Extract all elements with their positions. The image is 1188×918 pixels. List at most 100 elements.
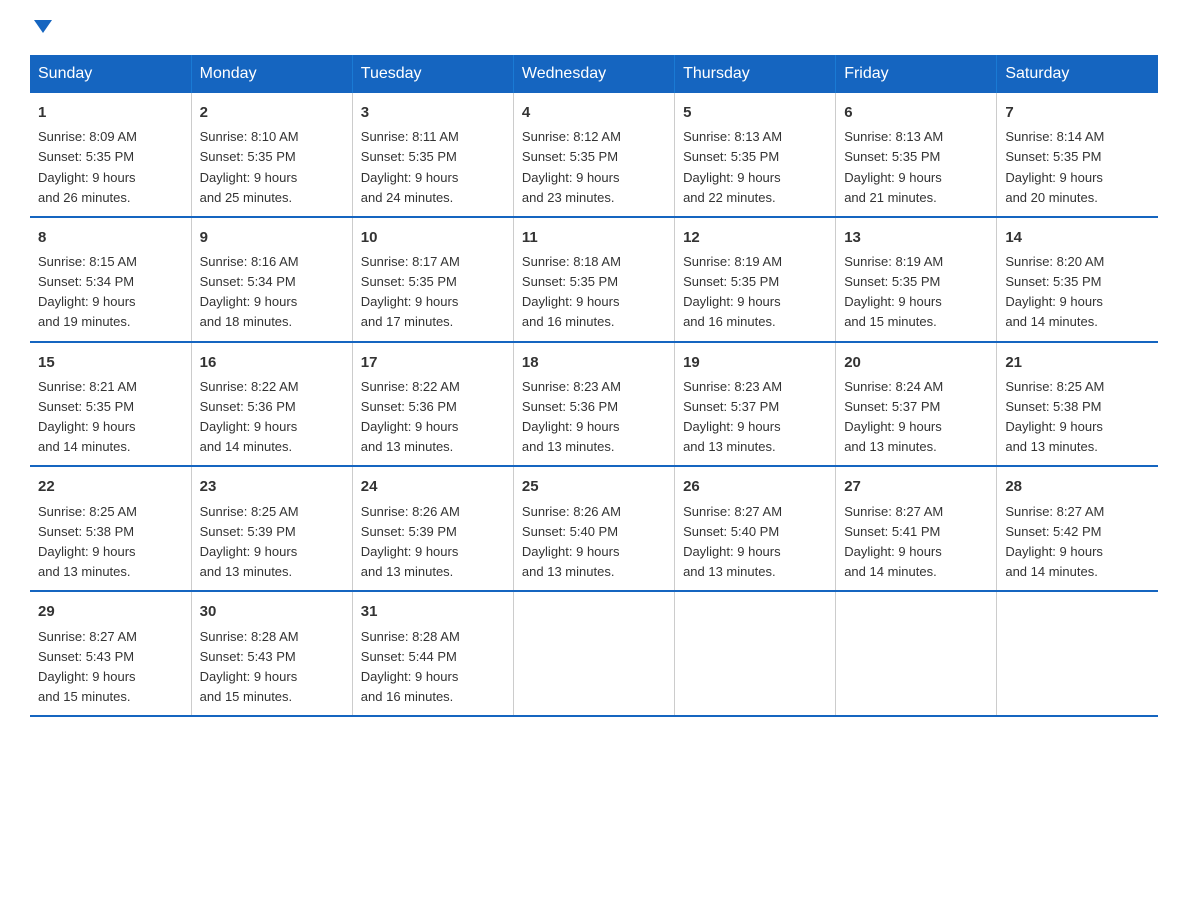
calendar-cell: 13 Sunrise: 8:19 AMSunset: 5:35 PMDayligh… bbox=[836, 217, 997, 342]
week-row-2: 8 Sunrise: 8:15 AMSunset: 5:34 PMDaylight… bbox=[30, 217, 1158, 342]
day-number: 22 bbox=[38, 475, 183, 498]
day-number: 27 bbox=[844, 475, 988, 498]
header-monday: Monday bbox=[191, 55, 352, 93]
day-number: 1 bbox=[38, 101, 183, 124]
day-info: Sunrise: 8:10 AMSunset: 5:35 PMDaylight:… bbox=[200, 129, 299, 204]
calendar-cell: 7 Sunrise: 8:14 AMSunset: 5:35 PMDaylight… bbox=[997, 93, 1158, 217]
calendar-cell: 22 Sunrise: 8:25 AMSunset: 5:38 PMDayligh… bbox=[30, 466, 191, 591]
day-number: 30 bbox=[200, 600, 344, 623]
day-info: Sunrise: 8:23 AMSunset: 5:37 PMDaylight:… bbox=[683, 379, 782, 454]
day-number: 29 bbox=[38, 600, 183, 623]
calendar-cell bbox=[836, 591, 997, 716]
calendar-cell bbox=[513, 591, 674, 716]
day-number: 12 bbox=[683, 226, 827, 249]
day-number: 20 bbox=[844, 351, 988, 374]
calendar-cell: 4 Sunrise: 8:12 AMSunset: 5:35 PMDaylight… bbox=[513, 93, 674, 217]
calendar-cell: 11Sunrise: 8:18 AMSunset: 5:35 PMDayligh… bbox=[513, 217, 674, 342]
week-row-5: 29 Sunrise: 8:27 AMSunset: 5:43 PMDayligh… bbox=[30, 591, 1158, 716]
calendar-cell: 28 Sunrise: 8:27 AMSunset: 5:42 PMDayligh… bbox=[997, 466, 1158, 591]
header-saturday: Saturday bbox=[997, 55, 1158, 93]
calendar-table: SundayMondayTuesdayWednesdayThursdayFrid… bbox=[30, 55, 1158, 717]
day-number: 17 bbox=[361, 351, 505, 374]
day-number: 19 bbox=[683, 351, 827, 374]
day-number: 10 bbox=[361, 226, 505, 249]
page-header bbox=[30, 20, 1158, 35]
day-number: 25 bbox=[522, 475, 666, 498]
day-info: Sunrise: 8:22 AMSunset: 5:36 PMDaylight:… bbox=[200, 379, 299, 454]
calendar-cell bbox=[675, 591, 836, 716]
header-tuesday: Tuesday bbox=[352, 55, 513, 93]
logo bbox=[30, 20, 52, 35]
calendar-cell: 5Sunrise: 8:13 AMSunset: 5:35 PMDaylight… bbox=[675, 93, 836, 217]
day-info: Sunrise: 8:14 AMSunset: 5:35 PMDaylight:… bbox=[1005, 129, 1104, 204]
day-info: Sunrise: 8:19 AMSunset: 5:35 PMDaylight:… bbox=[844, 254, 943, 329]
calendar-cell: 10 Sunrise: 8:17 AMSunset: 5:35 PMDayligh… bbox=[352, 217, 513, 342]
day-info: Sunrise: 8:26 AMSunset: 5:40 PMDaylight:… bbox=[522, 504, 621, 579]
week-row-4: 22 Sunrise: 8:25 AMSunset: 5:38 PMDayligh… bbox=[30, 466, 1158, 591]
calendar-header-row: SundayMondayTuesdayWednesdayThursdayFrid… bbox=[30, 55, 1158, 93]
day-info: Sunrise: 8:24 AMSunset: 5:37 PMDaylight:… bbox=[844, 379, 943, 454]
header-thursday: Thursday bbox=[675, 55, 836, 93]
day-info: Sunrise: 8:25 AMSunset: 5:38 PMDaylight:… bbox=[38, 504, 137, 579]
day-info: Sunrise: 8:19 AMSunset: 5:35 PMDaylight:… bbox=[683, 254, 782, 329]
day-number: 14 bbox=[1005, 226, 1150, 249]
calendar-cell: 15 Sunrise: 8:21 AMSunset: 5:35 PMDayligh… bbox=[30, 342, 191, 467]
day-info: Sunrise: 8:22 AMSunset: 5:36 PMDaylight:… bbox=[361, 379, 460, 454]
week-row-1: 1 Sunrise: 8:09 AMSunset: 5:35 PMDaylight… bbox=[30, 93, 1158, 217]
calendar-cell: 23 Sunrise: 8:25 AMSunset: 5:39 PMDayligh… bbox=[191, 466, 352, 591]
day-number: 15 bbox=[38, 351, 183, 374]
day-info: Sunrise: 8:16 AMSunset: 5:34 PMDaylight:… bbox=[200, 254, 299, 329]
day-info: Sunrise: 8:23 AMSunset: 5:36 PMDaylight:… bbox=[522, 379, 621, 454]
day-number: 21 bbox=[1005, 351, 1150, 374]
calendar-cell: 29 Sunrise: 8:27 AMSunset: 5:43 PMDayligh… bbox=[30, 591, 191, 716]
calendar-cell: 20 Sunrise: 8:24 AMSunset: 5:37 PMDayligh… bbox=[836, 342, 997, 467]
day-number: 16 bbox=[200, 351, 344, 374]
day-info: Sunrise: 8:27 AMSunset: 5:40 PMDaylight:… bbox=[683, 504, 782, 579]
calendar-cell: 16 Sunrise: 8:22 AMSunset: 5:36 PMDayligh… bbox=[191, 342, 352, 467]
day-info: Sunrise: 8:15 AMSunset: 5:34 PMDaylight:… bbox=[38, 254, 137, 329]
day-number: 3 bbox=[361, 101, 505, 124]
day-number: 28 bbox=[1005, 475, 1150, 498]
calendar-cell: 26 Sunrise: 8:27 AMSunset: 5:40 PMDayligh… bbox=[675, 466, 836, 591]
day-number: 9 bbox=[200, 226, 344, 249]
calendar-cell: 9 Sunrise: 8:16 AMSunset: 5:34 PMDaylight… bbox=[191, 217, 352, 342]
day-number: 31 bbox=[361, 600, 505, 623]
day-number: 13 bbox=[844, 226, 988, 249]
day-info: Sunrise: 8:21 AMSunset: 5:35 PMDaylight:… bbox=[38, 379, 137, 454]
calendar-cell: 18Sunrise: 8:23 AMSunset: 5:36 PMDayligh… bbox=[513, 342, 674, 467]
day-number: 24 bbox=[361, 475, 505, 498]
calendar-cell: 6Sunrise: 8:13 AMSunset: 5:35 PMDaylight… bbox=[836, 93, 997, 217]
day-info: Sunrise: 8:18 AMSunset: 5:35 PMDaylight:… bbox=[522, 254, 621, 329]
calendar-cell: 19 Sunrise: 8:23 AMSunset: 5:37 PMDayligh… bbox=[675, 342, 836, 467]
calendar-cell: 3 Sunrise: 8:11 AMSunset: 5:35 PMDaylight… bbox=[352, 93, 513, 217]
day-number: 4 bbox=[522, 101, 666, 124]
day-number: 23 bbox=[200, 475, 344, 498]
day-info: Sunrise: 8:28 AMSunset: 5:44 PMDaylight:… bbox=[361, 629, 460, 704]
day-info: Sunrise: 8:27 AMSunset: 5:42 PMDaylight:… bbox=[1005, 504, 1104, 579]
day-number: 6 bbox=[844, 101, 988, 124]
day-number: 7 bbox=[1005, 101, 1150, 124]
day-info: Sunrise: 8:25 AMSunset: 5:39 PMDaylight:… bbox=[200, 504, 299, 579]
day-info: Sunrise: 8:28 AMSunset: 5:43 PMDaylight:… bbox=[200, 629, 299, 704]
calendar-cell: 17 Sunrise: 8:22 AMSunset: 5:36 PMDayligh… bbox=[352, 342, 513, 467]
header-friday: Friday bbox=[836, 55, 997, 93]
day-number: 8 bbox=[38, 226, 183, 249]
day-number: 5 bbox=[683, 101, 827, 124]
calendar-cell: 30 Sunrise: 8:28 AMSunset: 5:43 PMDayligh… bbox=[191, 591, 352, 716]
logo-arrow-icon bbox=[34, 20, 52, 33]
day-number: 26 bbox=[683, 475, 827, 498]
calendar-cell bbox=[997, 591, 1158, 716]
day-info: Sunrise: 8:09 AMSunset: 5:35 PMDaylight:… bbox=[38, 129, 137, 204]
day-info: Sunrise: 8:12 AMSunset: 5:35 PMDaylight:… bbox=[522, 129, 621, 204]
day-info: Sunrise: 8:11 AMSunset: 5:35 PMDaylight:… bbox=[361, 129, 459, 204]
calendar-cell: 1 Sunrise: 8:09 AMSunset: 5:35 PMDaylight… bbox=[30, 93, 191, 217]
week-row-3: 15 Sunrise: 8:21 AMSunset: 5:35 PMDayligh… bbox=[30, 342, 1158, 467]
calendar-cell: 21Sunrise: 8:25 AMSunset: 5:38 PMDayligh… bbox=[997, 342, 1158, 467]
day-info: Sunrise: 8:27 AMSunset: 5:43 PMDaylight:… bbox=[38, 629, 137, 704]
day-info: Sunrise: 8:17 AMSunset: 5:35 PMDaylight:… bbox=[361, 254, 460, 329]
calendar-cell: 27Sunrise: 8:27 AMSunset: 5:41 PMDayligh… bbox=[836, 466, 997, 591]
calendar-cell: 24 Sunrise: 8:26 AMSunset: 5:39 PMDayligh… bbox=[352, 466, 513, 591]
calendar-cell: 25 Sunrise: 8:26 AMSunset: 5:40 PMDayligh… bbox=[513, 466, 674, 591]
calendar-cell: 8 Sunrise: 8:15 AMSunset: 5:34 PMDaylight… bbox=[30, 217, 191, 342]
day-info: Sunrise: 8:26 AMSunset: 5:39 PMDaylight:… bbox=[361, 504, 460, 579]
